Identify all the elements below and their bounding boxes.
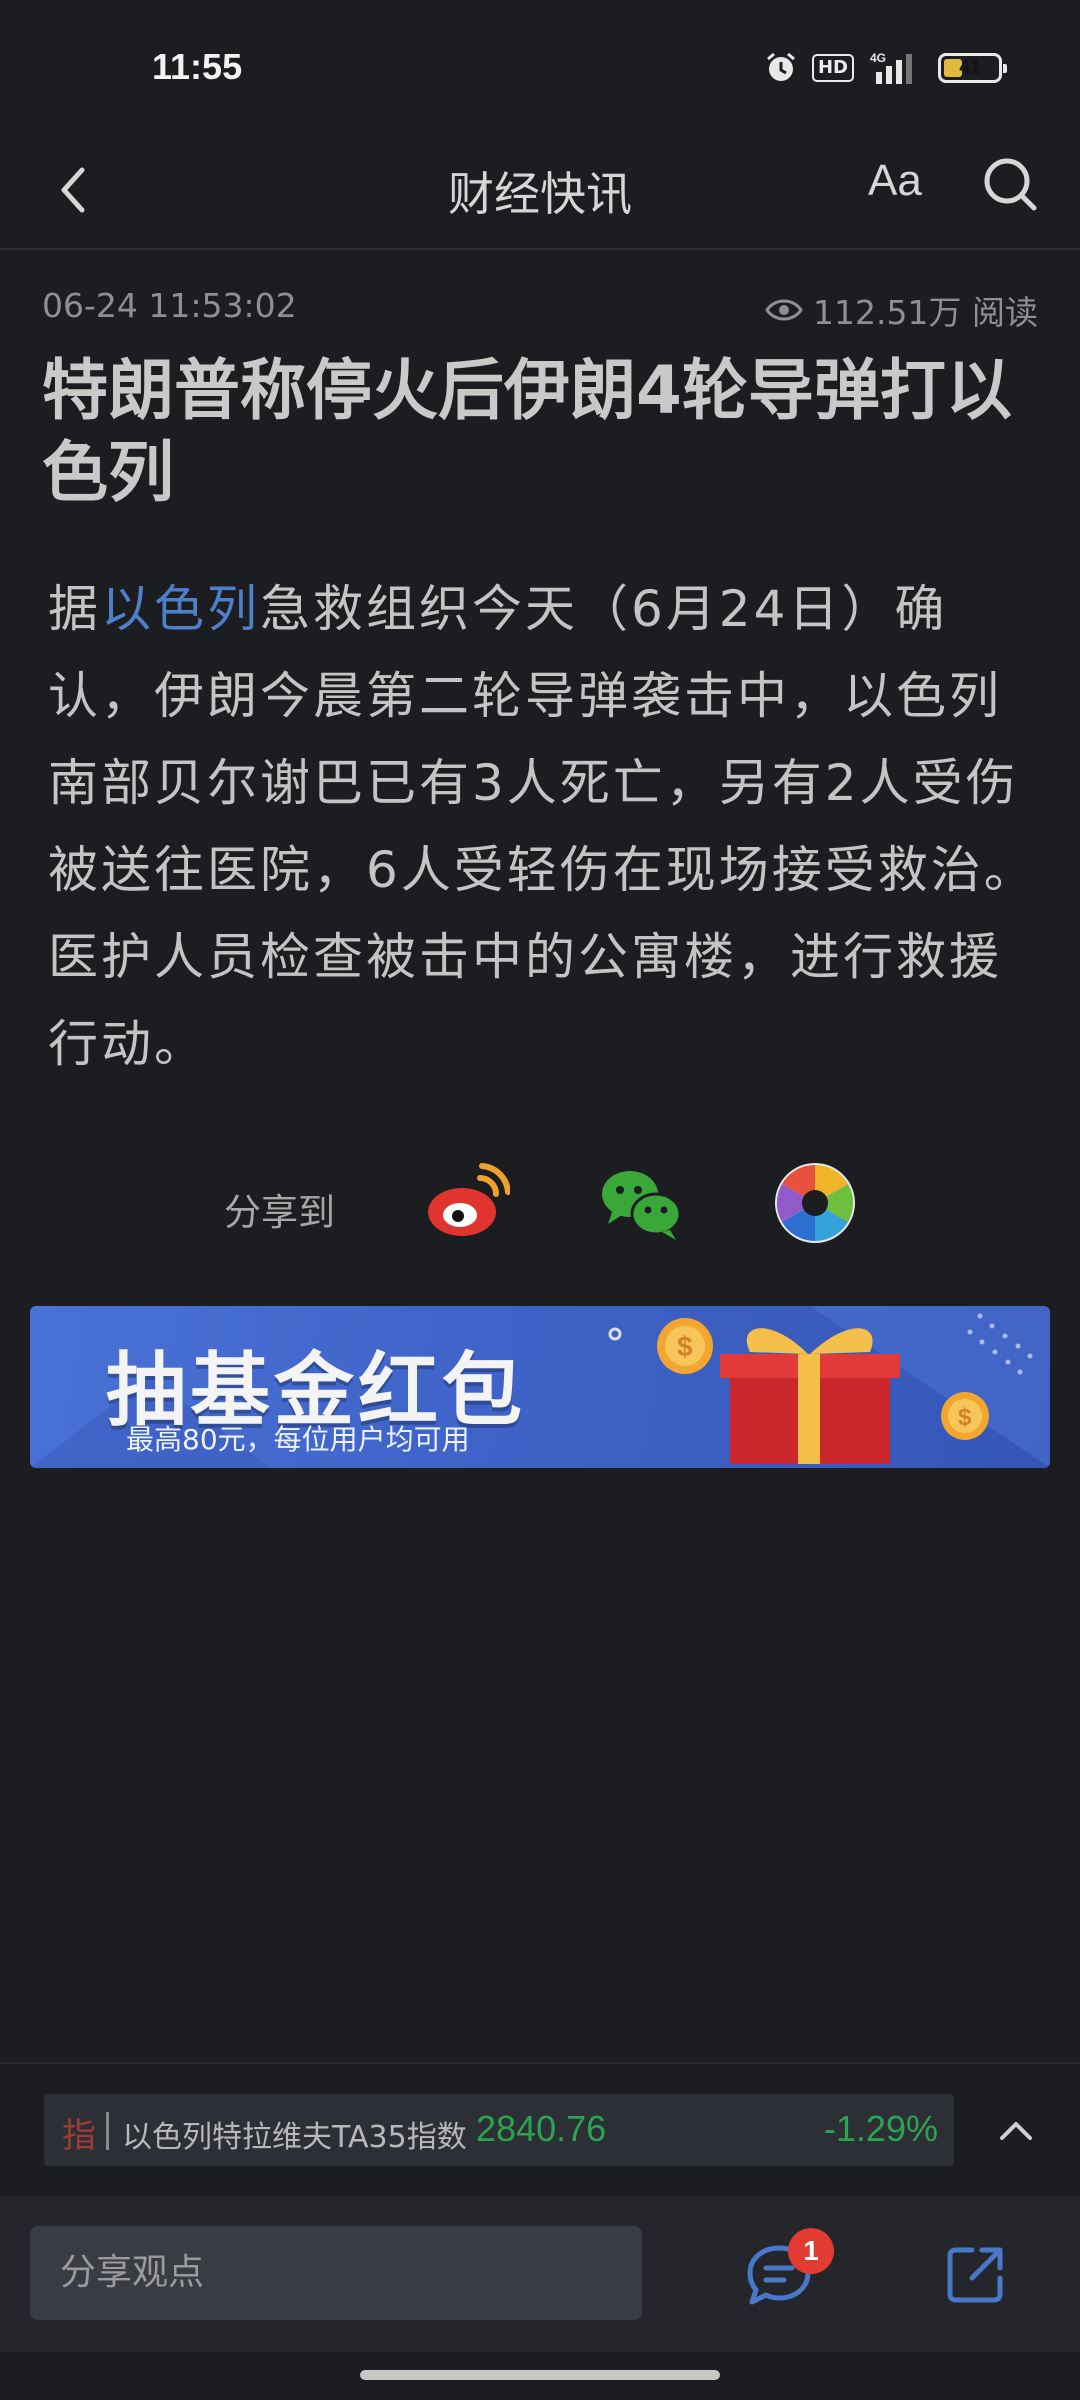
index-tag: 指 [62,2116,96,2156]
banner-subtitle: 最高80元，每位用户均可用 [126,1423,470,1456]
font-size-button[interactable]: Aa [868,156,922,206]
nav-bar: 财经快讯 Aa [0,130,1080,250]
gift-box-icon [720,1328,900,1464]
svg-text:$: $ [958,1404,972,1431]
article-body: 据以色列急救组织今天（6月24日）确认，伊朗今晨第二轮导弹袭击中，以色列南部贝尔… [48,566,1038,1088]
home-indicator[interactable] [360,2370,720,2380]
status-bar: 11:55 HD 4G 41 [0,0,1080,130]
coin-icon: $ [657,1318,713,1374]
share-button[interactable] [942,2242,1008,2308]
chevron-up-icon [1000,2122,1032,2140]
battery-icon: 41 [938,53,1007,83]
index-price: 2840.76 [476,2108,607,2149]
moments-icon[interactable] [772,1160,858,1246]
index-ticker-bar: 指 以色列特拉维夫TA35指数 2840.76 -1.29% [0,2062,1080,2194]
body-prefix: 据 [48,580,101,638]
svg-text:4G: 4G [870,51,886,65]
status-icons: HD 4G 41 [764,50,1007,86]
divider [106,2112,109,2150]
share-icon [947,2247,1003,2303]
status-time: 11:55 [152,46,243,87]
article-headline: 特朗普称停火后伊朗4轮导弹打以色列 [42,352,1012,511]
expand-button[interactable] [994,2108,1038,2152]
article-meta: 06-24 11:53:02 112.51万 阅读 [42,286,1038,332]
search-button[interactable] [980,154,1040,214]
body-link-israel[interactable]: 以色列 [101,580,260,638]
bottom-bar: 分享观点 1 [0,2196,1080,2352]
body-text: 急救组织今天（6月24日）确认，伊朗今晨第二轮导弹袭击中，以色列南部贝尔谢巴已有… [48,580,1037,1073]
weibo-icon[interactable] [424,1160,511,1246]
index-ticker[interactable]: 指 以色列特拉维夫TA35指数 2840.76 -1.29% [44,2094,954,2166]
signal-icon: 4G [868,50,924,86]
share-label: 分享到 [224,1191,335,1234]
index-name: 以色列特拉维夫TA35指数 [122,2120,467,2155]
svg-text:$: $ [677,1331,693,1362]
wechat-icon[interactable] [598,1160,684,1246]
eye-icon [765,299,803,321]
hd-icon: HD [811,54,854,82]
comment-input[interactable]: 分享观点 [30,2226,642,2320]
search-icon [984,158,1037,211]
promo-banner[interactable]: $ $ 抽基金红包 最高80元，每位用户均可用 [30,1306,1050,1468]
index-change: -1.29% [823,2108,938,2149]
share-row: 分享到 [0,1160,1080,1250]
battery-percent: 41 [959,57,981,78]
comment-count-badge: 1 [788,2228,834,2274]
article-date: 06-24 11:53:02 [42,286,297,325]
alarm-icon [764,51,798,85]
read-count: 112.51万 阅读 [765,286,1038,334]
read-count-text: 112.51万 阅读 [813,293,1038,332]
